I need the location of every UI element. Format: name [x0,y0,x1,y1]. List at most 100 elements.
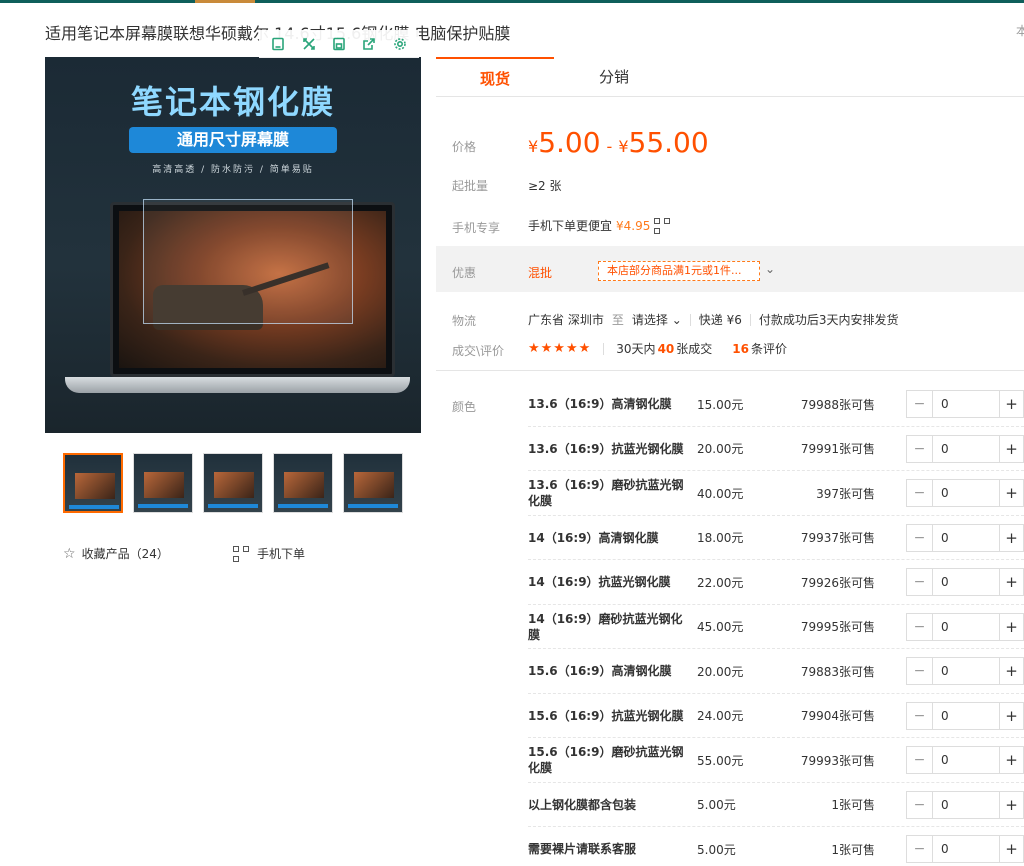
tab-distribution[interactable]: 分销 [554,57,674,97]
main-product-image[interactable]: 笔记本钢化膜 通用尺寸屏幕膜 高清高透 / 防水防污 / 简单易贴 [45,57,421,433]
mobile-exclusive-text: 手机下单更便宜 [528,219,613,233]
review-count[interactable]: 16 [732,342,749,356]
tab-spot[interactable]: 现货 [436,57,554,97]
thumbnail-4[interactable] [273,453,333,513]
quantity-input[interactable] [933,658,999,684]
variant-price: 15.00元 [697,397,744,412]
increase-button[interactable]: + [999,836,1023,862]
destination-select[interactable]: 请选择 ⌄ [632,311,682,328]
top-bar-accent [195,0,255,3]
variant-row: 需要裸片请联系客服5.00元1张可售−+ [528,827,1024,866]
decrease-button[interactable]: − [907,791,933,818]
save-icon[interactable] [330,35,348,53]
quantity-stepper: −+ [906,790,1024,819]
decrease-button[interactable]: − [907,391,933,417]
deal-prefix: 30天内 [616,342,656,356]
moq-value: ≥2 张 [528,179,562,193]
increase-button[interactable]: + [999,702,1023,729]
quantity-input[interactable] [933,613,999,640]
mobile-exclusive-label: 手机专享 [452,221,501,235]
increase-button[interactable]: + [999,391,1023,417]
logistics-info: 广东省 深圳市 至 请选择 ⌄ 快递 ¥6 付款成功后3天内安排发货 [528,311,898,328]
quantity-input[interactable] [933,836,999,862]
increase-button[interactable]: + [999,435,1023,462]
thumbnail-5[interactable] [343,453,403,513]
decrease-button[interactable]: − [907,702,933,729]
quantity-input[interactable] [933,791,999,818]
variant-stock: 79883张可售 [800,664,875,679]
promotion-label: 优惠 [452,266,477,280]
thumbnail-screen [284,472,324,498]
decrease-button[interactable]: − [907,747,933,773]
variant-name: 14（16:9）磨砂抗蓝光钢化膜 [528,611,683,642]
image-headline: 笔记本钢化膜 [130,83,335,121]
decrease-button[interactable]: − [907,613,933,640]
decrease-button[interactable]: − [907,569,933,595]
image-subtitle: 高清高透 / 防水防污 / 简单易贴 [152,165,314,175]
variant-stock: 79926张可售 [800,575,875,590]
decrease-button[interactable]: − [907,524,933,551]
variant-price: 20.00元 [697,664,744,679]
image-pill: 通用尺寸屏幕膜 [129,127,337,153]
bookmark-icon[interactable] [269,35,287,53]
increase-button[interactable]: + [999,613,1023,640]
quantity-input[interactable] [933,435,999,462]
decrease-button[interactable]: − [907,435,933,462]
increase-button[interactable]: + [999,480,1023,506]
qr-code-icon[interactable] [654,217,671,234]
decrease-button[interactable]: − [907,658,933,684]
increase-button[interactable]: + [999,791,1023,818]
quantity-input[interactable] [933,702,999,729]
variant-stock: 79988张可售 [800,397,875,412]
promotion-coupon[interactable]: 本店部分商品满1元或1件... [598,261,760,281]
thumbnail-1[interactable] [63,453,123,513]
deal-label: 成交\评价 [452,344,505,358]
review-suffix[interactable]: 条评价 [751,340,787,357]
favorite-button[interactable]: ☆ 收藏产品（24） [63,545,169,562]
thumbnail-3[interactable] [203,453,263,513]
thumbnail-screen [144,472,184,498]
promotion-tag: 混批 [528,266,553,280]
star-outline-icon: ☆ [63,545,76,562]
settings-icon[interactable] [391,35,409,53]
decrease-button[interactable]: − [907,836,933,862]
quantity-input[interactable] [933,569,999,595]
share-icon[interactable] [360,35,378,53]
quantity-input[interactable] [933,524,999,551]
divider [689,313,691,326]
glass-film-graphic [143,199,353,324]
increase-button[interactable]: + [999,569,1023,595]
deal-count: 40 [657,341,675,356]
mobile-order-button[interactable]: 手机下单 [233,545,305,562]
quantity-stepper: −+ [906,701,1024,730]
expand-icon[interactable] [300,35,318,53]
quantity-stepper: −+ [906,523,1024,552]
quantity-stepper: −+ [906,479,1024,507]
quantity-stepper: −+ [906,434,1024,463]
variant-price: 22.00元 [697,575,744,590]
thumbnail-screen [354,472,394,498]
chevron-down-icon: ⌄ [671,313,682,327]
divider [749,313,751,326]
quantity-input[interactable] [933,747,999,773]
quantity-input[interactable] [933,391,999,417]
variant-name: 15.6（16:9）高清钢化膜 [528,664,672,678]
increase-button[interactable]: + [999,658,1023,684]
destination-select-label: 请选择 [631,313,668,327]
thumbnail-2[interactable] [133,453,193,513]
decrease-button[interactable]: − [907,480,933,506]
price-min: 5.00 [538,126,601,159]
variant-row: 15.6（16:9）高清钢化膜20.00元79883张可售−+ [528,649,1024,694]
ship-note: 付款成功后3天内安排发货 [758,313,899,327]
mobile-exclusive-price: ¥4.95 [616,218,651,233]
quantity-stepper: −+ [906,568,1024,596]
chevron-down-icon[interactable]: ⌄ [765,262,775,276]
thumbnail-band [138,504,188,508]
quantity-stepper: −+ [906,657,1024,685]
quantity-input[interactable] [933,480,999,506]
thumbnail-band [278,504,328,508]
increase-button[interactable]: + [999,747,1023,773]
price-dash: - [606,137,613,156]
increase-button[interactable]: + [999,524,1023,551]
thumbnail-band [348,504,398,508]
